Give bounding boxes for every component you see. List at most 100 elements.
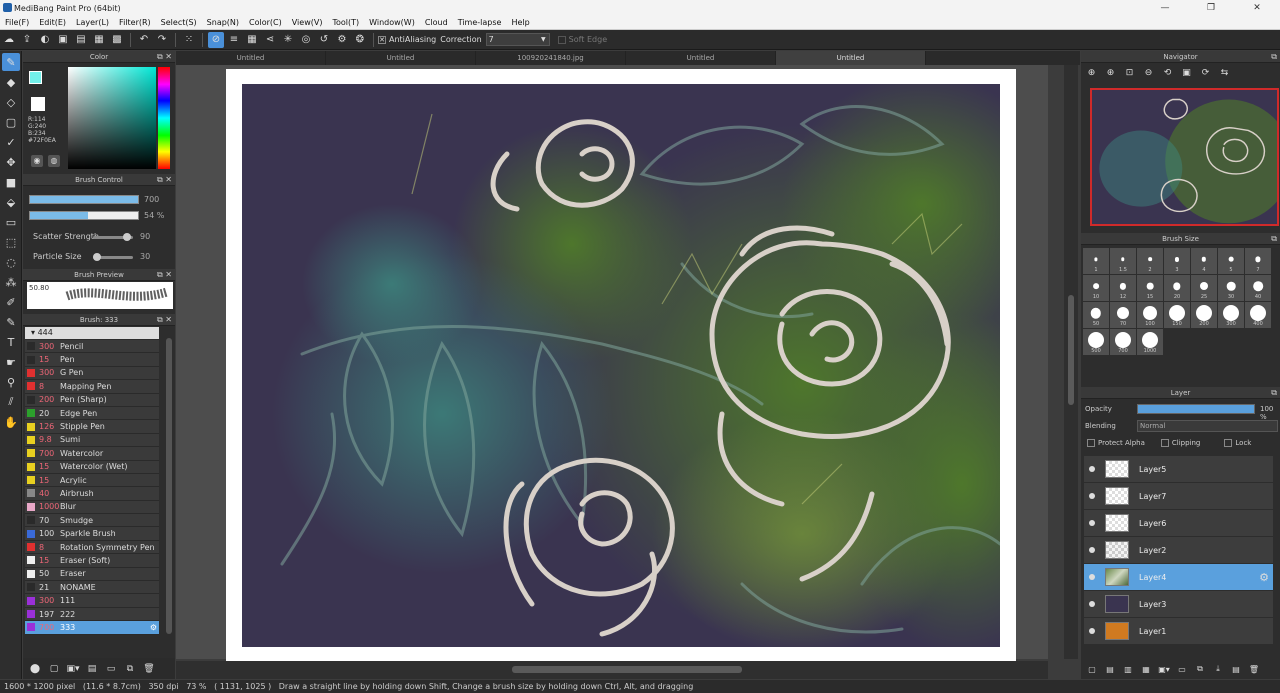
lock-checkbox[interactable] xyxy=(1224,439,1233,447)
tab-document-active[interactable]: Untitled xyxy=(776,51,926,65)
correction-select[interactable]: 7 ▼ xyxy=(485,33,550,46)
select-tool-icon[interactable]: ⬚ xyxy=(2,233,20,251)
operation-tool-icon[interactable]: ☛ xyxy=(2,353,20,371)
brush-opacity-bar[interactable] xyxy=(29,211,139,220)
tab-document[interactable]: 100920241840.jpg xyxy=(476,51,626,65)
visibility-eye-icon[interactable] xyxy=(1087,491,1097,501)
brush-size-cell[interactable]: 1000 xyxy=(1137,329,1163,355)
panel-close-icon[interactable]: ⧉ ✕ xyxy=(157,269,172,281)
redo-icon[interactable]: ↷ xyxy=(154,32,170,48)
brush-list-item[interactable]: 197 222 xyxy=(25,607,159,622)
brush-list-item[interactable]: 9.8 Sumi xyxy=(25,433,159,448)
brush-list-item[interactable]: 15 Acrylic xyxy=(25,473,159,488)
layer-row[interactable]: Layer5 xyxy=(1084,456,1273,482)
brush-list-item[interactable]: 200 Pen (Sharp) xyxy=(25,393,159,407)
brush-list-item[interactable]: 40 Airbrush xyxy=(25,487,159,501)
brush-size-cell[interactable]: 40 xyxy=(1245,275,1271,301)
hue-slider[interactable] xyxy=(158,67,170,169)
actual-size-icon[interactable]: ▣ xyxy=(1179,66,1194,81)
brush-list-item[interactable]: 700 333 ⚙ xyxy=(25,621,159,635)
panel-close-icon[interactable]: ⧉ xyxy=(1271,51,1277,63)
eyedropper-tool-icon[interactable]: ⚲ xyxy=(2,373,20,391)
brush-list-item[interactable]: 15 Pen xyxy=(25,353,159,367)
brush-size-cell[interactable]: 100 xyxy=(1137,302,1163,328)
layer-row[interactable]: Layer6 xyxy=(1084,510,1273,536)
brush-size-cell[interactable]: 300 xyxy=(1218,302,1244,328)
brush-list-item[interactable]: 300 111 xyxy=(25,594,159,608)
cloud-icon[interactable]: ☁ xyxy=(1,32,17,48)
add-brush-icon[interactable]: ▢ xyxy=(46,662,62,676)
brush-size-cell[interactable]: 20 xyxy=(1164,275,1190,301)
brush-size-bar[interactable] xyxy=(29,195,139,204)
team-icon[interactable]: ▣ xyxy=(55,32,71,48)
brush-size-cell[interactable]: 400 xyxy=(1245,302,1271,328)
menu-view[interactable]: View(V) xyxy=(287,18,328,27)
eraser2-tool-icon[interactable]: ◇ xyxy=(2,93,20,111)
menu-window[interactable]: Window(W) xyxy=(364,18,420,27)
fill-tool-icon[interactable]: ⬙ xyxy=(2,193,20,211)
rotate-right-icon[interactable]: ⟳ xyxy=(1198,66,1213,81)
scatter-strength-slider[interactable] xyxy=(93,233,133,241)
snap-grid-icon[interactable]: ▦ xyxy=(244,32,260,48)
panel-close-icon[interactable]: ⧉ ✕ xyxy=(157,51,172,63)
eraser-tool-icon[interactable]: ◆ xyxy=(2,73,20,91)
tile-icon[interactable]: ▩ xyxy=(109,32,125,48)
slider-knob[interactable] xyxy=(93,253,101,261)
delete-brush-icon[interactable]: 🗑 xyxy=(141,662,157,676)
foreground-color-swatch[interactable] xyxy=(29,71,42,84)
brush-size-cell[interactable]: 200 xyxy=(1191,302,1217,328)
brush-group-header[interactable]: ▾ 444 xyxy=(25,327,159,339)
layer-opacity-bar[interactable] xyxy=(1137,404,1255,414)
lasso-tool-icon[interactable]: ◌ xyxy=(2,253,20,271)
layer-row[interactable]: Layer3 xyxy=(1084,591,1273,617)
hand-tool-icon[interactable]: ✋ xyxy=(2,413,20,431)
zoom-in-icon[interactable]: ⊕ xyxy=(1084,66,1099,81)
visibility-eye-icon[interactable] xyxy=(1087,626,1097,636)
menu-help[interactable]: Help xyxy=(506,18,534,27)
menu-color[interactable]: Color(C) xyxy=(244,18,287,27)
brush-size-cell[interactable]: 4 xyxy=(1191,248,1217,274)
vertical-scrollbar[interactable] xyxy=(1064,65,1078,659)
folder-icon[interactable]: ▭ xyxy=(103,662,119,676)
visibility-eye-icon[interactable] xyxy=(1087,572,1097,582)
new-1bit-layer-icon[interactable]: ▦ xyxy=(1139,662,1153,676)
brush-size-cell[interactable]: 12 xyxy=(1110,275,1136,301)
visibility-eye-icon[interactable] xyxy=(1087,545,1097,555)
divide-tool-icon[interactable]: ⫽ xyxy=(2,393,20,411)
text-tool-icon[interactable]: T xyxy=(2,333,20,351)
brush-list-item[interactable]: 1000 Blur xyxy=(25,500,159,515)
zoom-out-icon[interactable]: ⊖ xyxy=(1141,66,1156,81)
menu-snap[interactable]: Snap(N) xyxy=(202,18,244,27)
delete-layer-icon[interactable]: 🗑 xyxy=(1247,662,1261,676)
snap-off-icon[interactable]: ⊘ xyxy=(208,31,224,48)
move-tool-icon[interactable]: ✥ xyxy=(2,153,20,171)
protect-alpha-checkbox[interactable] xyxy=(1087,439,1095,447)
menu-filter[interactable]: Filter(R) xyxy=(114,18,156,27)
brush-size-cell[interactable]: 3 xyxy=(1164,248,1190,274)
maximize-button[interactable]: ❐ xyxy=(1188,0,1234,16)
add-brush-dropdown-icon[interactable]: ▣▾ xyxy=(65,662,81,676)
layer-settings-icon[interactable]: ⚙ xyxy=(1259,571,1269,584)
brush-size-cell[interactable]: 500 xyxy=(1083,329,1109,355)
merge-down-icon[interactable]: ⤓ xyxy=(1211,662,1225,676)
brush-list-item[interactable]: 100 Sparkle Brush xyxy=(25,527,159,541)
layer-row[interactable]: Layer2 xyxy=(1084,537,1273,563)
brush-list-scrollbar[interactable] xyxy=(166,338,172,634)
snap-gear-icon[interactable]: ⚙ xyxy=(334,32,350,48)
brush-size-cell[interactable]: 700 xyxy=(1110,329,1136,355)
panel-close-icon[interactable]: ⧉ xyxy=(1271,233,1277,245)
tab-document[interactable]: Untitled xyxy=(326,51,476,65)
brush-list-item[interactable]: 700 Watercolor xyxy=(25,447,159,461)
blending-select[interactable]: Normal xyxy=(1137,420,1278,432)
transparent-color-swatch[interactable] xyxy=(31,97,45,111)
brush-cloud-icon[interactable]: ⬤ xyxy=(27,662,43,676)
tab-document[interactable]: Untitled xyxy=(626,51,776,65)
layer-more-icon[interactable]: ▤ xyxy=(1229,662,1243,676)
minimize-button[interactable]: — xyxy=(1142,0,1188,16)
brush-size-cell[interactable]: 30 xyxy=(1218,275,1244,301)
snap-parallel-icon[interactable]: ≡ xyxy=(226,32,242,48)
brush-size-cell[interactable]: 10 xyxy=(1083,275,1109,301)
visibility-eye-icon[interactable] xyxy=(1087,518,1097,528)
brush-list-item[interactable]: 21 NONAME xyxy=(25,581,159,595)
canvas-area[interactable] xyxy=(176,65,1048,662)
